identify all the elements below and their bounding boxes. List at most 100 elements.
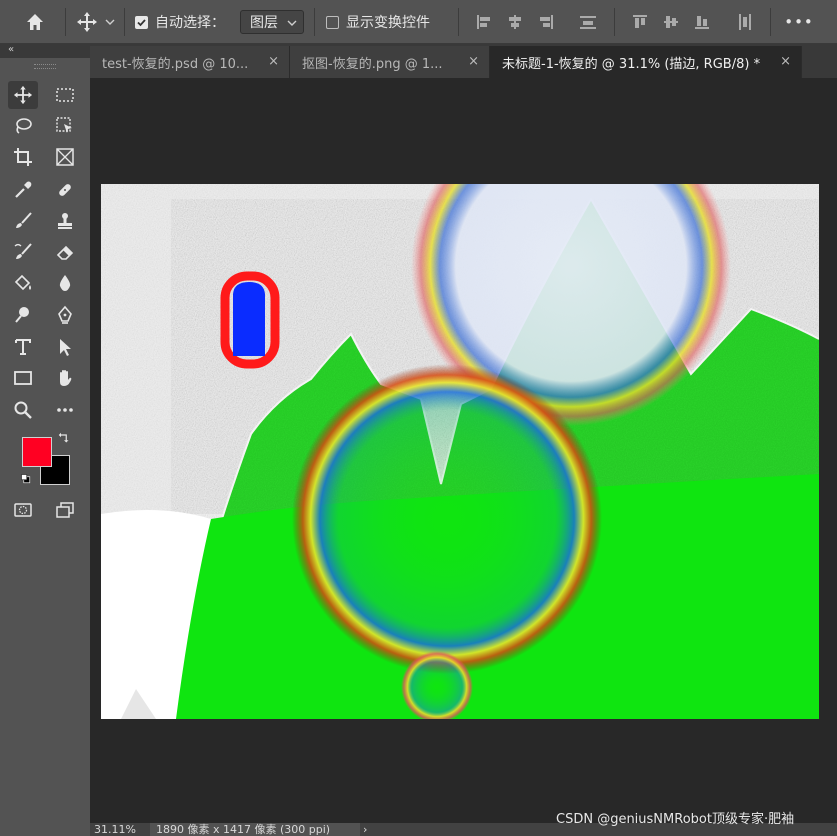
foreground-color-swatch[interactable]: [22, 437, 52, 467]
blue-shape: [233, 282, 265, 356]
clone-stamp-tool[interactable]: [50, 207, 80, 235]
eyedropper-icon: [15, 181, 32, 198]
type-icon: [15, 339, 31, 355]
distribute-button[interactable]: [575, 0, 601, 44]
paint-bucket-icon: [14, 274, 31, 291]
preset-dropdown[interactable]: [102, 0, 118, 44]
chevron-down-icon: [287, 20, 297, 26]
object-select-tool[interactable]: [50, 112, 80, 140]
crop-icon: [14, 148, 32, 166]
more-options-button[interactable]: •••: [782, 0, 816, 44]
marquee-tool[interactable]: [50, 81, 80, 109]
crop-tool[interactable]: [8, 143, 38, 171]
auto-select-checkbox[interactable]: [133, 0, 149, 44]
history-brush-tool[interactable]: [8, 238, 38, 266]
align-left-button[interactable]: [472, 0, 496, 44]
object-select-icon: [56, 117, 72, 133]
align-vertical-center-button[interactable]: [659, 0, 683, 44]
separator: [458, 8, 459, 36]
move-icon: [13, 85, 33, 105]
show-transform-label: 显示变换控件: [346, 15, 430, 31]
swap-arrow-icon: [58, 432, 69, 443]
type-tool[interactable]: [8, 333, 38, 361]
brush-tool[interactable]: [8, 207, 38, 235]
distribute-vertical-button[interactable]: [733, 0, 757, 44]
align-top-icon: [633, 15, 647, 28]
bandage-icon: [59, 184, 71, 196]
chevron-down-icon: [105, 19, 115, 25]
align-right-icon: [540, 15, 553, 29]
eraser-icon: [56, 245, 74, 260]
move-tool[interactable]: [8, 81, 38, 109]
default-colors-button[interactable]: [18, 471, 34, 487]
auto-select-label: 自动选择：: [155, 15, 225, 31]
rectangle-tool[interactable]: [8, 364, 38, 392]
lasso-icon: [16, 118, 32, 134]
checkbox-checked-icon: [134, 15, 148, 29]
swap-colors-button[interactable]: [56, 430, 72, 446]
large-circle-ring: [292, 364, 602, 674]
show-transform-checkbox[interactable]: [324, 0, 340, 44]
dodge-icon: [15, 307, 29, 323]
tab-koutu-png[interactable]: 抠图-恢复的.png @ 1... ×: [290, 46, 490, 78]
tab-test-psd[interactable]: test-恢复的.psd @ 10... ×: [90, 46, 290, 78]
healing-brush-tool[interactable]: [50, 176, 80, 204]
align-middle-icon: [664, 16, 678, 28]
water-drop-icon: [59, 275, 71, 291]
align-bottom-button[interactable]: [690, 0, 714, 44]
more-tools-button[interactable]: [50, 396, 80, 424]
tab-label: 未标题-1-恢复的 @ 31.1% (描边, RGB/8) *: [502, 56, 761, 72]
move-icon: [77, 12, 97, 32]
home-button[interactable]: [20, 0, 50, 44]
close-icon[interactable]: ×: [780, 54, 791, 69]
hand-icon: [60, 370, 72, 386]
separator: [770, 8, 771, 36]
tab-untitled-active[interactable]: 未标题-1-恢复的 @ 31.1% (描边, RGB/8) * ×: [490, 46, 802, 78]
zoom-level[interactable]: 31.11%: [94, 823, 136, 836]
align-left-icon: [477, 15, 490, 29]
eraser-tool[interactable]: [50, 238, 80, 266]
separator: [124, 8, 125, 36]
document-canvas[interactable]: [101, 184, 819, 719]
pen-icon: [58, 305, 72, 324]
paint-bucket-tool[interactable]: [8, 269, 38, 297]
auto-select-target-value: 图层: [250, 15, 278, 31]
close-icon[interactable]: ×: [468, 54, 479, 69]
align-top-button[interactable]: [628, 0, 652, 44]
eyedropper-tool[interactable]: [8, 176, 38, 204]
history-brush-icon: [14, 243, 32, 259]
stamp-icon: [58, 213, 72, 229]
dodge-tool[interactable]: [8, 301, 38, 329]
screen-mode-button[interactable]: [50, 496, 80, 524]
magnifier-icon: [14, 401, 32, 419]
separator: [614, 8, 615, 36]
close-icon[interactable]: ×: [268, 54, 279, 69]
distribute-vertical-icon: [739, 14, 751, 30]
frame-tool[interactable]: [50, 143, 80, 171]
brush-icon: [16, 212, 32, 228]
separator: [314, 8, 315, 36]
align-horizontal-center-button[interactable]: [503, 0, 527, 44]
frame-icon: [56, 148, 74, 166]
zoom-tool[interactable]: [8, 396, 38, 424]
screen-mode-icon: [56, 502, 74, 518]
move-tool-preset-button[interactable]: [72, 0, 102, 44]
align-right-button[interactable]: [534, 0, 558, 44]
watermark: CSDN @geniusNMRobot顶级专家·肥袖: [556, 812, 795, 827]
auto-select-target-dropdown[interactable]: 图层: [240, 10, 304, 34]
options-bar: 自动选择： 图层 显示变换控件 •••: [0, 0, 837, 44]
ellipsis-icon: [57, 408, 73, 412]
path-selection-tool[interactable]: [50, 333, 80, 361]
status-menu-arrow[interactable]: ›: [363, 823, 367, 836]
pen-tool[interactable]: [50, 301, 80, 329]
collapse-panels-button[interactable]: «: [0, 44, 90, 58]
lasso-tool[interactable]: [8, 112, 38, 140]
hand-tool[interactable]: [50, 364, 80, 392]
align-bottom-icon: [695, 16, 709, 29]
quick-mask-button[interactable]: [8, 496, 38, 524]
toolbox-grip[interactable]: [34, 64, 56, 69]
blur-tool[interactable]: [50, 269, 80, 297]
rectangle-icon: [14, 371, 32, 385]
rectangle-marquee-icon: [56, 88, 74, 102]
home-icon: [27, 14, 43, 30]
